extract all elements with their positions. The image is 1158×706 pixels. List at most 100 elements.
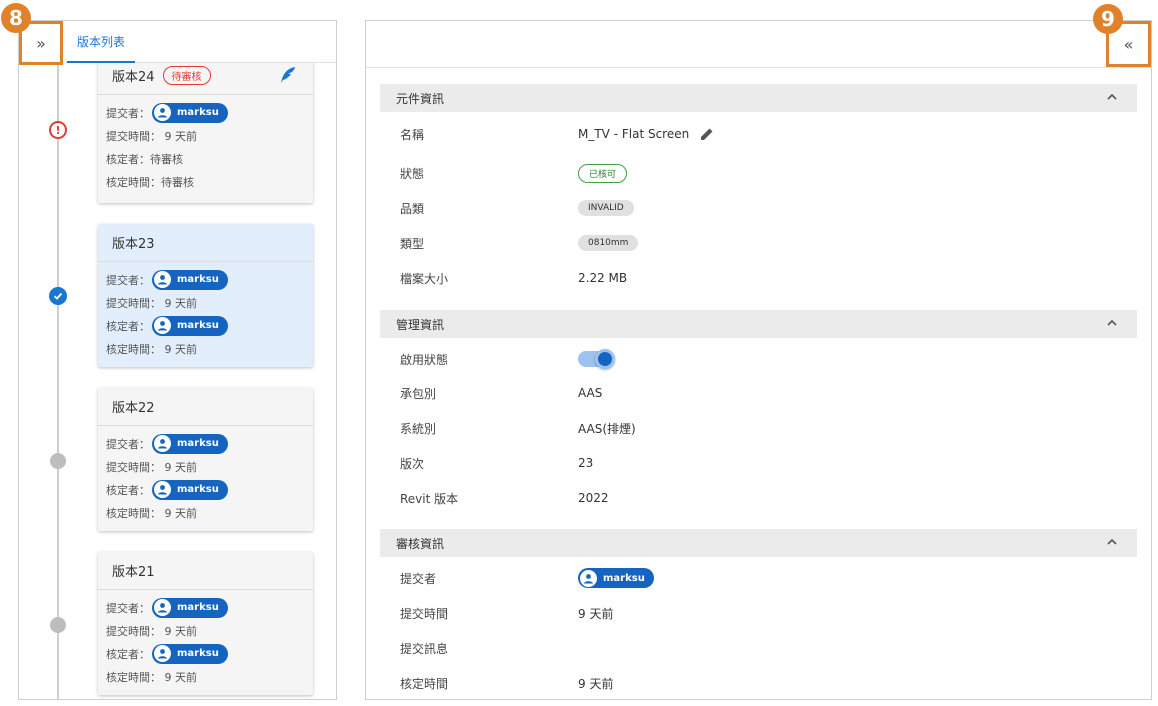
edit-pencil-icon[interactable]	[699, 126, 715, 142]
approver-label: 核定者：	[106, 152, 150, 166]
submitter-label: 提交者：	[106, 601, 150, 615]
user-avatar-icon	[154, 435, 171, 452]
approve-time-label: 核定時間：	[106, 175, 161, 189]
user-avatar-icon	[154, 481, 171, 498]
prop-value: 9 天前	[578, 676, 614, 691]
prop-submit-message: 提交訊息	[400, 638, 1130, 658]
approve-time-label: 核定時間：	[106, 342, 161, 356]
prop-type: 類型 0810mm	[400, 233, 1130, 253]
section-title: 元件資訊	[396, 91, 445, 106]
chevron-up-icon	[1107, 93, 1117, 100]
username: marksu	[177, 107, 219, 118]
user-chip[interactable]: marksu	[152, 597, 228, 618]
prop-revit: Revit 版本 2022	[400, 488, 1130, 508]
prop-value: M_TV - Flat Screen	[578, 127, 690, 141]
prop-label: 核定時間	[400, 676, 449, 691]
version-card-21[interactable]: 版本21 提交者： marksu 提交時間： 9 天前 核定者： marksu …	[98, 552, 313, 695]
approver-label: 核定者：	[106, 319, 150, 333]
approve-time-label: 核定時間：	[106, 506, 161, 520]
approve-time-value: 9 天前	[164, 342, 198, 356]
submit-time-value: 9 天前	[164, 296, 198, 310]
prop-label: 檔案大小	[400, 271, 449, 286]
section-title: 審核資訊	[396, 536, 445, 551]
tab-version-list[interactable]: 版本列表	[67, 21, 136, 63]
prop-label: 系統別	[400, 421, 437, 436]
user-chip[interactable]: marksu	[152, 269, 228, 290]
submitter-label: 提交者：	[106, 273, 150, 287]
prop-value: AAS(排煙)	[578, 421, 636, 436]
prop-filesize: 檔案大小 2.22 MB	[400, 268, 1130, 288]
section-review-info[interactable]: 審核資訊	[380, 529, 1137, 557]
username: marksu	[177, 602, 219, 613]
user-avatar-icon	[154, 271, 171, 288]
category-chip: INVALID	[578, 200, 634, 216]
prop-submitter: 提交者 marksu	[400, 568, 1130, 588]
version-card-header: 版本23	[98, 224, 313, 262]
version-card-22[interactable]: 版本22 提交者： marksu 提交時間： 9 天前 核定者： marksu …	[98, 388, 313, 531]
callout-badge-8: 8	[1, 3, 31, 33]
prop-version: 版次 23	[400, 453, 1130, 473]
submit-time-label: 提交時間：	[106, 624, 161, 638]
username: marksu	[177, 274, 219, 285]
prop-name: 名稱 M_TV - Flat Screen	[400, 124, 1130, 144]
prop-contractor: 承包別 AAS	[400, 383, 1130, 403]
prop-label: 版次	[400, 456, 425, 471]
approver-label: 核定者：	[106, 647, 150, 661]
version-list-header: » 版本列表	[19, 21, 336, 65]
callout-badge-9: 9	[1093, 4, 1123, 34]
submit-time-label: 提交時間：	[106, 460, 161, 474]
approved-status-badge: 已核可	[578, 163, 628, 183]
feather-icon[interactable]	[279, 66, 297, 84]
prop-enabled: 啟用狀態	[400, 349, 1130, 369]
user-chip[interactable]: marksu	[578, 568, 654, 588]
pending-alert-icon: !	[49, 121, 67, 139]
prop-submit-time: 提交時間 9 天前	[400, 603, 1130, 623]
chevron-up-icon	[1107, 319, 1117, 326]
prop-system: 系統別 AAS(排煙)	[400, 418, 1130, 438]
section-title: 管理資訊	[396, 317, 445, 332]
submit-time-value: 9 天前	[164, 460, 198, 474]
version-title: 版本23	[112, 237, 155, 252]
username: marksu	[603, 572, 645, 584]
user-chip[interactable]: marksu	[152, 315, 228, 336]
approve-time-label: 核定時間：	[106, 670, 161, 684]
user-chip[interactable]: marksu	[152, 479, 228, 500]
user-chip[interactable]: marksu	[152, 643, 228, 664]
prop-label: Revit 版本	[400, 491, 459, 506]
prop-label: 提交訊息	[400, 641, 449, 656]
prop-approve-time: 核定時間 9 天前	[400, 673, 1130, 693]
chevron-up-icon	[1107, 538, 1117, 545]
prop-value: AAS	[578, 386, 603, 400]
section-management-info[interactable]: 管理資訊	[380, 310, 1137, 338]
username: marksu	[177, 648, 219, 659]
version-title: 版本21	[112, 565, 155, 580]
double-chevron-right-icon: »	[36, 33, 46, 53]
version-title: 版本24	[112, 70, 155, 85]
timeline-line	[57, 63, 59, 699]
user-chip[interactable]: marksu	[152, 102, 228, 123]
approve-time-value: 9 天前	[164, 506, 198, 520]
version-card-header: 版本22	[98, 388, 313, 426]
version-card-header: 版本21	[98, 552, 313, 590]
user-avatar-icon	[154, 599, 171, 616]
version-card-24[interactable]: 版本24 待審核 提交者： marksu 提交時間： 9 天前 核定者： 待審核 …	[98, 57, 313, 203]
prop-label: 提交時間	[400, 606, 449, 621]
prop-label: 品類	[400, 201, 425, 216]
prop-label: 類型	[400, 236, 425, 251]
submit-time-label: 提交時間：	[106, 296, 161, 310]
enabled-toggle[interactable]	[578, 349, 615, 369]
approver-label: 核定者：	[106, 483, 150, 497]
pending-status-badge: 待審核	[162, 66, 211, 85]
user-avatar-icon	[580, 569, 597, 587]
version-title: 版本22	[112, 401, 155, 416]
version-card-23[interactable]: 版本23 提交者： marksu 提交時間： 9 天前 核定者： marksu …	[98, 224, 313, 367]
submit-time-label: 提交時間：	[106, 129, 161, 143]
approved-check-icon	[49, 287, 67, 305]
submitter-label: 提交者：	[106, 437, 150, 451]
username: marksu	[177, 438, 219, 449]
section-component-info[interactable]: 元件資訊	[380, 84, 1137, 112]
double-chevron-left-icon: «	[1123, 34, 1134, 54]
username: marksu	[177, 320, 219, 331]
prop-label: 提交者	[400, 571, 437, 586]
user-chip[interactable]: marksu	[152, 433, 228, 454]
